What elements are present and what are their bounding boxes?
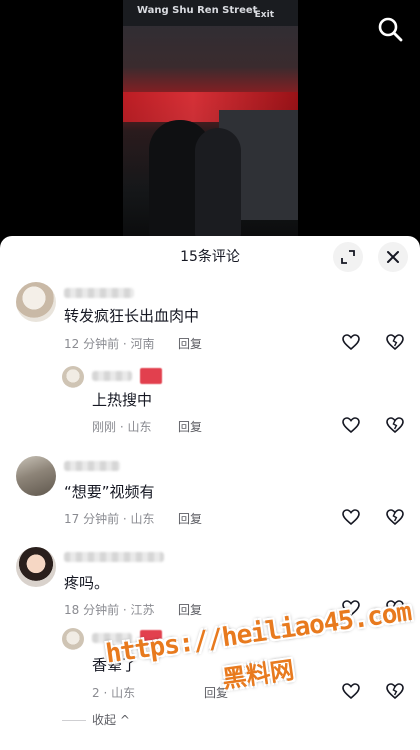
heart-icon[interactable]	[341, 681, 361, 701]
comment-text: 香晕了	[92, 656, 138, 674]
comment-panel: 15条评论	[0, 236, 420, 750]
username-blurred[interactable]	[64, 552, 164, 562]
comment-time: 刚刚	[92, 420, 117, 434]
comment-meta: 2 · 山东	[92, 684, 135, 701]
comment-meta: 18 分钟前 · 江苏	[64, 601, 155, 618]
video-frame: Wang Shu Ren Street Exit	[123, 0, 298, 238]
broken-heart-icon[interactable]	[385, 332, 405, 352]
comment-text: “想要”视频有	[64, 483, 155, 501]
street-sign: Wang Shu Ren Street Exit	[123, 0, 298, 26]
search-icon[interactable]	[377, 16, 403, 42]
divider	[62, 720, 86, 721]
reply-button[interactable]: 回复	[178, 601, 202, 618]
comment-meta: 12 分钟前 · 河南	[64, 335, 155, 352]
avatar[interactable]	[16, 547, 56, 587]
heart-icon[interactable]	[341, 332, 361, 352]
expand-button[interactable]	[333, 242, 363, 272]
username-blurred[interactable]	[64, 288, 134, 298]
heart-icon[interactable]	[341, 598, 361, 618]
comment-text: 转发疯狂长出血肉中	[64, 307, 200, 325]
collapse-replies-button[interactable]: 收起 ^	[62, 711, 130, 728]
avatar[interactable]	[62, 366, 84, 388]
reply-button[interactable]: 回复	[204, 684, 228, 701]
username-blurred[interactable]	[92, 633, 132, 643]
comment-time: 2	[92, 686, 100, 700]
reply-button[interactable]: 回复	[178, 510, 202, 527]
comment-text: 疼吗。	[64, 574, 110, 592]
comment-location: 山东	[130, 512, 155, 526]
comment-location: 山东	[127, 420, 152, 434]
comment-meta: 刚刚 · 山东	[92, 418, 151, 435]
username-blurred[interactable]	[64, 461, 120, 471]
username-blurred[interactable]	[92, 371, 132, 381]
expand-icon	[341, 250, 355, 264]
meta-separator: ·	[99, 686, 112, 700]
chevron-up-icon: ^	[119, 713, 130, 727]
heart-icon[interactable]	[341, 507, 361, 527]
reply-button[interactable]: 回复	[178, 418, 202, 435]
exit-sign-text: Exit	[254, 10, 274, 20]
comment-location: 江苏	[130, 603, 155, 617]
comment-meta: 17 分钟前 · 山东	[64, 510, 155, 527]
comment-location: 山东	[111, 686, 136, 700]
comment-text: 上热搜中	[92, 391, 153, 409]
meta-separator: ·	[119, 603, 131, 617]
avatar[interactable]	[16, 456, 56, 496]
meta-separator: ·	[119, 512, 131, 526]
street-sign-text: Wang Shu Ren Street	[137, 5, 258, 16]
video-background: Wang Shu Ren Street Exit	[0, 0, 420, 238]
broken-heart-icon[interactable]	[385, 681, 405, 701]
avatar[interactable]	[16, 282, 56, 322]
person-silhouette	[195, 128, 241, 238]
close-icon	[387, 251, 399, 263]
broken-heart-icon[interactable]	[385, 598, 405, 618]
broken-heart-icon[interactable]	[385, 415, 405, 435]
collapse-label: 收起	[92, 713, 117, 727]
avatar[interactable]	[62, 628, 84, 650]
comment-time: 18 分钟前	[64, 603, 120, 617]
user-badge	[140, 630, 162, 646]
comment-time: 17 分钟前	[64, 512, 120, 526]
comment-time: 12 分钟前	[64, 337, 120, 351]
heart-icon[interactable]	[341, 415, 361, 435]
close-button[interactable]	[378, 242, 408, 272]
user-badge	[140, 368, 162, 384]
meta-separator: ·	[116, 420, 128, 434]
broken-heart-icon[interactable]	[385, 507, 405, 527]
meta-separator: ·	[119, 337, 131, 351]
comment-location: 河南	[130, 337, 155, 351]
reply-button[interactable]: 回复	[178, 335, 202, 352]
